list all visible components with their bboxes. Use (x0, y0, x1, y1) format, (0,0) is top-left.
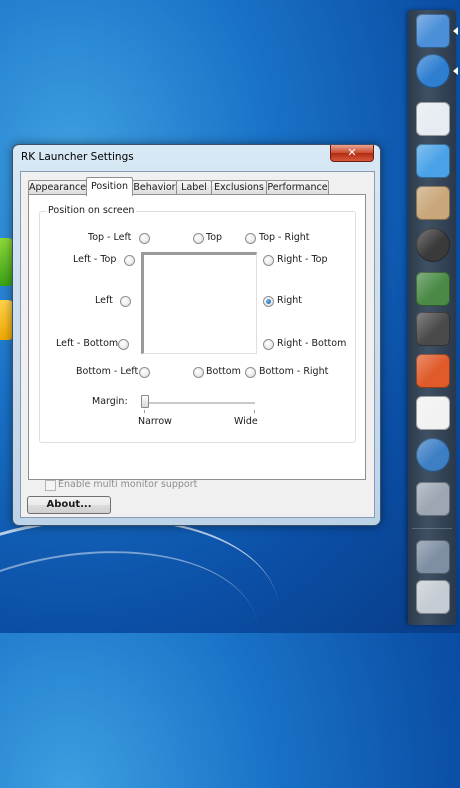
slider-tick (254, 410, 255, 413)
label-left: Left (95, 295, 113, 306)
label-top: Top (206, 232, 223, 243)
radio-bottom-right[interactable] (245, 367, 256, 378)
trash-icon[interactable] (416, 580, 450, 614)
tab-position[interactable]: Position (86, 177, 133, 196)
radio-bottom-left[interactable] (139, 367, 150, 378)
label-bottom: Bottom (206, 366, 241, 377)
dock-separator (412, 528, 452, 529)
wallpaper-swoosh (0, 523, 275, 788)
safari-icon[interactable] (416, 54, 450, 88)
label-right-bottom: Right - Bottom (277, 338, 347, 349)
movie-icon[interactable] (416, 312, 450, 346)
about-button[interactable]: About... (27, 496, 111, 514)
window-client: Appearance Position Behavior Label Exclu… (20, 171, 375, 518)
position-group: Position on screen Top - Left Top Top - … (39, 205, 356, 443)
tab-label[interactable]: Label (176, 180, 212, 195)
label-bottom-left: Bottom - Left (76, 366, 139, 377)
running-indicator-icon (453, 67, 458, 75)
title-bar[interactable]: RK Launcher Settings ✕ (13, 145, 380, 171)
label-top-left: Top - Left (88, 232, 132, 243)
running-indicator-icon (453, 27, 458, 35)
label-left-bottom: Left - Bottom (56, 338, 119, 349)
group-label: Position on screen (46, 205, 137, 216)
close-button[interactable]: ✕ (330, 145, 374, 162)
margin-slider-track[interactable] (141, 402, 255, 405)
label-right-top: Right - Top (277, 254, 328, 265)
radio-top-left[interactable] (139, 233, 150, 244)
launcher-dock (408, 10, 458, 625)
utilities-icon[interactable] (416, 482, 450, 516)
powerpoint-icon[interactable] (416, 354, 450, 388)
tab-panel-position: Position on screen Top - Left Top Top - … (28, 194, 366, 480)
label-right: Right (277, 295, 303, 306)
margin-slider-thumb[interactable] (141, 395, 149, 408)
label-top-right: Top - Right (259, 232, 310, 243)
radio-left[interactable] (120, 296, 131, 307)
radio-right-top[interactable] (263, 255, 274, 266)
radio-top[interactable] (193, 233, 204, 244)
multi-monitor-label: Enable multi monitor support (58, 479, 198, 490)
calendar-icon[interactable] (416, 396, 450, 430)
screen-preview (141, 252, 257, 354)
address-book-icon[interactable] (416, 186, 450, 220)
radio-left-top[interactable] (124, 255, 135, 266)
slider-tick (144, 410, 145, 413)
margin-min-label: Narrow (138, 416, 172, 427)
radio-right[interactable] (263, 296, 274, 307)
itunes-icon[interactable] (416, 228, 450, 262)
margin-label: Margin: (92, 396, 128, 407)
wallpaper-swoosh (0, 491, 294, 772)
radio-left-bottom[interactable] (118, 339, 129, 350)
tab-exclusions[interactable]: Exclusions (211, 180, 267, 195)
tab-behavior[interactable]: Behavior (132, 180, 177, 195)
ichat-icon[interactable] (416, 144, 450, 178)
iphoto-icon[interactable] (416, 272, 450, 306)
margin-max-label: Wide (234, 416, 258, 427)
tab-performance[interactable]: Performance (266, 180, 329, 195)
label-bottom-right: Bottom - Right (259, 366, 329, 377)
radio-bottom[interactable] (193, 367, 204, 378)
settings-window: RK Launcher Settings ✕ Appearance Positi… (12, 144, 381, 526)
window-title: RK Launcher Settings (21, 151, 134, 163)
radio-top-right[interactable] (245, 233, 256, 244)
quicktime-icon[interactable] (416, 438, 450, 472)
multi-monitor-checkbox[interactable] (45, 480, 56, 491)
radio-right-bottom[interactable] (263, 339, 274, 350)
close-icon: ✕ (347, 146, 357, 159)
label-left-top: Left - Top (73, 254, 117, 265)
finder-icon[interactable] (416, 14, 450, 48)
desktop-icon[interactable] (416, 540, 450, 574)
mail-icon[interactable] (416, 102, 450, 136)
tab-appearance[interactable]: Appearance (28, 180, 87, 195)
